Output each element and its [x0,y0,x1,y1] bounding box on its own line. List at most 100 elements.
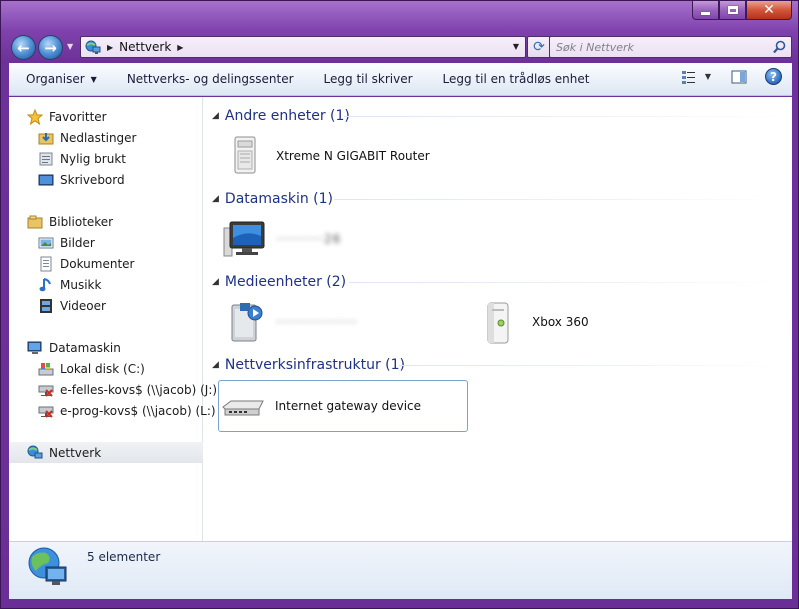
sidebar-item-label: Nedlastinger [60,130,137,145]
desktop-icon [38,172,54,188]
router-icon [220,133,268,179]
sidebar-item-label: Datamaskin [49,340,121,355]
group-divider [349,282,784,283]
breadcrumb-chevron-icon[interactable]: ▶ [107,43,113,52]
computer-icon [27,340,43,356]
help-icon[interactable]: ? [765,68,782,85]
sidebar-item-network-drive-l[interactable]: e-prog-kovs$ (\\jacob) (L:) [9,400,216,421]
sidebar-item-network[interactable]: Nettverk [9,442,203,463]
device-tile-xbox[interactable]: Xbox 360 [476,296,676,348]
group-header-label: Andre enheter (1) [224,108,350,124]
search-input[interactable] [550,37,760,57]
close-button[interactable]: ✕ [746,1,792,20]
group-divider [399,365,784,366]
collapse-triangle-icon[interactable]: ◢ [212,360,219,370]
sidebar-item-label: Nylig brukt [60,151,126,166]
group-header-computers[interactable]: ◢ Datamaskin (1) [212,188,333,210]
collapse-triangle-icon[interactable]: ◢ [212,111,219,121]
view-options-chevron-icon[interactable]: ▼ [705,72,711,81]
device-name: ··········26 [276,232,342,246]
sidebar-item-music[interactable]: Musikk [9,274,203,295]
media-device-icon [220,299,268,345]
add-printer-button[interactable]: Legg til skriver [317,67,420,91]
sidebar-item-desktop[interactable]: Skrivebord [9,169,203,190]
local-disk-icon [38,361,54,377]
disconnected-network-drive-icon [38,382,54,398]
add-wireless-device-button[interactable]: Legg til en trådløs enhet [436,67,597,91]
forward-button[interactable]: → [38,35,63,60]
organize-menu[interactable]: Organiser ▼ [19,67,104,91]
refresh-button[interactable]: ⟳ [527,36,551,58]
group-header-media[interactable]: ◢ Medieenheter (2) [212,271,346,293]
navigation-bar: ← → ▼ ▶ Nettverk ▶ ▼ ⟳ [9,33,792,61]
address-dropdown-icon[interactable]: ▼ [513,42,519,51]
sidebar-item-label: Nettverk [49,445,102,460]
device-name: Xbox 360 [532,315,589,329]
music-note-icon [38,277,54,293]
sidebar-item-label: Musikk [60,277,102,292]
sidebar-item-label: Dokumenter [60,256,135,271]
group-divider [334,199,784,200]
device-tile-computer[interactable]: ··········26 [220,213,470,265]
breadcrumb-network[interactable]: Nettverk [119,40,171,54]
film-strip-icon [38,298,54,314]
collapse-triangle-icon[interactable]: ◢ [212,277,219,287]
network-sharing-center-button[interactable]: Nettverks- og delingssenter [120,67,301,91]
recent-pages-chevron-icon[interactable]: ▼ [67,42,73,51]
sidebar-item-libraries[interactable]: Biblioteker [9,211,203,232]
computer-icon [220,216,268,262]
sidebar-item-downloads[interactable]: Nedlastinger [9,127,203,148]
libraries-group: Biblioteker Bilder Dokumenter Musikk Vid… [9,211,203,316]
sidebar-item-network-drive-j[interactable]: e-felles-kovs$ (\\jacob) (J:) [9,379,217,400]
network-icon [85,40,101,54]
explorer-window: ✕ ← → ▼ ▶ Nettverk ▶ ▼ ⟳ Søk i Nettverk … [0,0,799,609]
xbox-console-icon [476,299,524,345]
group-header-label: Datamaskin (1) [224,191,334,207]
device-name: Xtreme N GIGABIT Router [276,149,430,163]
back-button[interactable]: ← [11,35,36,60]
network-globe-icon [26,545,70,589]
group-header-infrastructure[interactable]: ◢ Nettverksinfrastruktur (1) [212,354,405,376]
minimize-icon [701,11,710,15]
sidebar-item-label: Lokal disk (C:) [60,361,145,376]
minimize-button[interactable] [692,1,719,20]
change-view-icon[interactable] [681,69,697,85]
search-icon[interactable] [773,40,786,54]
computer-group: Datamaskin Lokal disk (C:) e-felles-kovs… [9,337,217,421]
collapse-triangle-icon[interactable]: ◢ [212,194,219,204]
recent-places-icon [38,151,54,167]
preview-pane-icon[interactable] [731,69,747,85]
star-icon [26,108,44,125]
sidebar-item-pictures[interactable]: Bilder [9,232,203,253]
command-bar: Organiser ▼ Nettverks- og delingssenter … [9,63,792,96]
status-item-count: 5 elementer [87,550,161,564]
sidebar-item-videos[interactable]: Videoer [9,295,203,316]
address-bar[interactable]: ▶ Nettverk ▶ ▼ [80,36,526,58]
sidebar-item-favorites[interactable]: Favoritter [9,106,203,127]
favorites-group: Favoritter Nedlastinger Nylig brukt Skri… [9,106,203,190]
details-pane: 5 elementer [9,541,792,599]
sidebar-item-documents[interactable]: Dokumenter [9,253,203,274]
disconnected-network-drive-icon [38,403,54,419]
downloads-folder-icon [38,130,54,146]
navigation-pane: Favoritter Nedlastinger Nylig brukt Skri… [9,97,217,541]
search-box[interactable] [549,36,792,58]
sidebar-item-recent[interactable]: Nylig brukt [9,148,203,169]
breadcrumb-chevron-icon[interactable]: ▶ [177,43,183,52]
refresh-icon: ⟳ [533,39,545,55]
device-tile-router[interactable]: Xtreme N GIGABIT Router [220,130,470,182]
sidebar-item-label: Videoer [60,298,106,313]
main-area: Favoritter Nedlastinger Nylig brukt Skri… [9,97,792,541]
sidebar-item-label: e-felles-kovs$ (\\jacob) (J:) [60,382,218,397]
maximize-icon [727,6,738,14]
maximize-button[interactable] [719,1,746,20]
device-tile-media-server[interactable]: ················· [220,296,470,348]
command-bar-right: ▼ ? [681,68,782,85]
device-tile-gateway[interactable]: Internet gateway device [218,380,468,432]
forward-arrow-icon: → [44,38,57,57]
group-header-other-devices[interactable]: ◢ Andre enheter (1) [212,105,350,127]
sidebar-item-computer[interactable]: Datamaskin [9,337,203,358]
sidebar-item-local-disk[interactable]: Lokal disk (C:) [9,358,203,379]
content-pane: ◢ Andre enheter (1) Xtreme N GIGABIT Rou… [204,97,792,541]
caption-buttons: ✕ [692,1,792,21]
